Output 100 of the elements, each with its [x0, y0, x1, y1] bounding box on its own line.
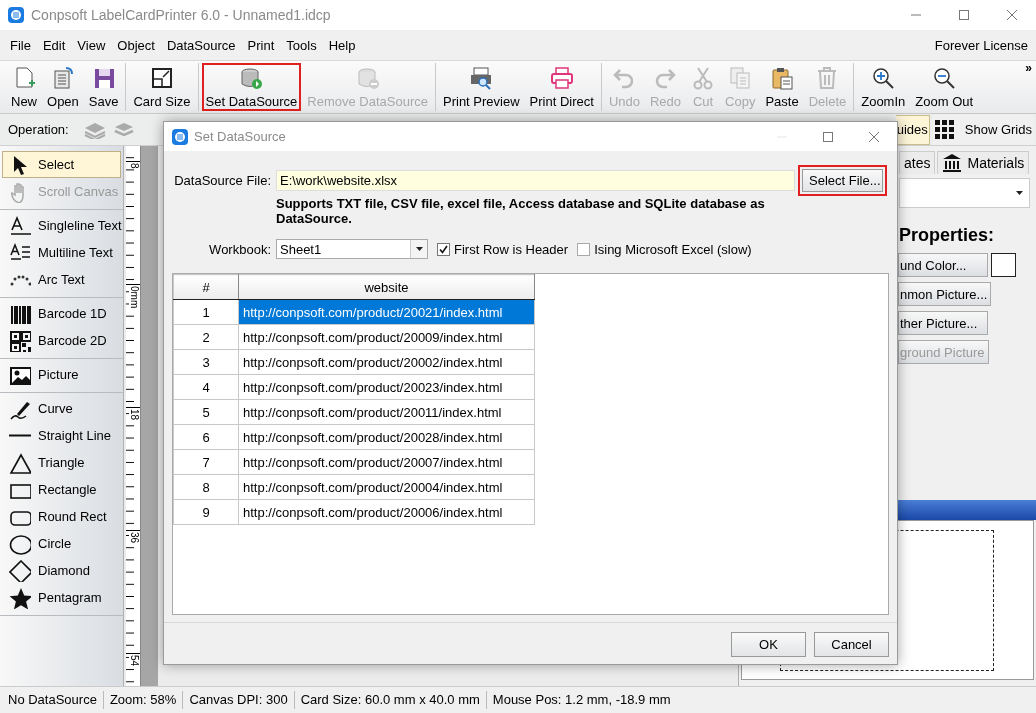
- table-cell: http://conpsoft.com/product/20009/index.html: [238, 324, 535, 350]
- properties-heading: Properties:: [899, 225, 996, 246]
- status-text: Zoom: 58%: [103, 691, 184, 709]
- guides-button[interactable]: uides: [895, 114, 930, 145]
- dialog-button[interactable]: OK: [731, 631, 806, 657]
- menu-item[interactable]: Tools: [280, 35, 323, 55]
- window-title: Conpsoft LabelCardPrinter 6.0 - Unnamed1.idcp: [31, 7, 332, 23]
- tool-item[interactable]: Barcode 2D: [2, 327, 121, 354]
- ruler-label: 8: [129, 163, 140, 169]
- menu-item[interactable]: View: [71, 35, 112, 55]
- tool-item[interactable]: Straight Line: [2, 422, 121, 449]
- table-cell: http://conpsoft.com/product/20021/index.html: [238, 299, 535, 325]
- tool-item[interactable]: Circle: [2, 530, 121, 557]
- card-size-icon: [150, 66, 174, 90]
- toolbar-button[interactable]: Print Preview: [439, 63, 524, 111]
- toolbar-button[interactable]: Card Size: [129, 63, 195, 111]
- column-header[interactable]: website: [238, 274, 535, 300]
- toolbar-button[interactable]: Set DataSource: [201, 63, 302, 111]
- tool-item[interactable]: Curve: [2, 395, 121, 422]
- tool-item[interactable]: Arc Text: [2, 266, 121, 293]
- app-icon: [8, 7, 24, 23]
- layers-icon: [112, 120, 135, 139]
- show-grids-button[interactable]: Show Grids: [932, 114, 1034, 145]
- status-text: No DataSource: [2, 691, 104, 709]
- menu-item[interactable]: Edit: [36, 35, 72, 55]
- table-cell: 8: [173, 474, 239, 500]
- table-cell: 6: [173, 424, 239, 450]
- field-label: Workbook:: [208, 241, 272, 257]
- tool-item[interactable]: Barcode 1D: [2, 300, 121, 327]
- printer-icon: [549, 66, 574, 90]
- zoom-out-icon: [932, 66, 957, 90]
- tool-item[interactable]: Singleline Text: [2, 212, 121, 239]
- redo-icon: [653, 66, 678, 90]
- table-cell: 5: [173, 399, 239, 425]
- toolbar-button[interactable]: Zoom Out: [911, 63, 978, 111]
- dropdown-field[interactable]: [899, 178, 1030, 208]
- tool-item[interactable]: Multiline Text: [2, 239, 121, 266]
- close-icon[interactable]: [868, 130, 880, 143]
- property-button[interactable]: nmon Picture...: [898, 282, 992, 306]
- column-header[interactable]: #: [173, 274, 239, 300]
- layers-icon: [82, 120, 107, 139]
- toolbar-button[interactable]: Print Direct: [525, 63, 598, 111]
- tool-item[interactable]: Rectangle: [2, 476, 121, 503]
- dropdown-arrow-icon: [1016, 191, 1023, 195]
- status-text: Mouse Pos: 1.2 mm, -18.9 mm: [491, 691, 672, 709]
- format-note: Supports TXT file, CSV file, excel file, Access database and SQLite database as DataSource.: [276, 196, 766, 226]
- toolbar-button[interactable]: Open: [43, 63, 83, 111]
- workbook-select[interactable]: Sheet1: [276, 239, 428, 259]
- status-text: Canvas DPI: 300: [183, 691, 295, 709]
- zoom-in-icon: [871, 66, 896, 90]
- property-button[interactable]: ther Picture...: [898, 311, 988, 335]
- file-path-field[interactable]: E:\work\website.xlsx: [276, 170, 795, 191]
- toolbar-button[interactable]: Paste: [761, 63, 803, 111]
- color-swatch[interactable]: [991, 253, 1016, 277]
- menu-item[interactable]: Object: [111, 35, 161, 55]
- maximize-icon[interactable]: [822, 130, 834, 143]
- table-cell: http://conpsoft.com/product/20002/index.html: [238, 349, 535, 375]
- toolbar-button[interactable]: ZoomIn: [857, 63, 910, 111]
- qr-code-icon: [9, 329, 31, 352]
- checkbox[interactable]: [577, 242, 591, 256]
- property-button[interactable]: und Color...: [898, 253, 988, 277]
- panel-tab[interactable]: ates: [899, 151, 936, 174]
- overflow-button[interactable]: »: [1025, 61, 1032, 75]
- database-add-icon: [239, 66, 264, 90]
- dropdown-arrow-icon: [415, 247, 423, 251]
- dialog-button[interactable]: Cancel: [814, 631, 889, 657]
- table-cell: 1: [173, 299, 239, 325]
- table-cell: http://conpsoft.com/product/20028/index.html: [238, 424, 535, 450]
- ruler-label: 18: [129, 409, 140, 421]
- menu-item[interactable]: DataSource: [160, 35, 242, 55]
- menu-item[interactable]: File: [4, 35, 37, 55]
- clipboard-icon: [770, 66, 794, 90]
- table-cell: 9: [173, 499, 239, 525]
- select-value: Sheet1: [280, 241, 322, 257]
- panel-tab[interactable]: Materials: [937, 151, 1030, 174]
- table-cell: http://conpsoft.com/product/20006/index.html: [238, 499, 535, 525]
- print-preview-icon: [469, 66, 494, 90]
- ruler-label: 36: [129, 532, 140, 544]
- close-icon[interactable]: [1006, 9, 1018, 21]
- menu-item[interactable]: Help: [322, 35, 362, 55]
- checkbox[interactable]: [437, 242, 450, 256]
- status-text: Card Size: 60.0 mm x 40.0 mm: [294, 691, 487, 709]
- tool-item[interactable]: Diamond: [2, 557, 121, 584]
- tool-item[interactable]: Round Rect: [2, 503, 121, 530]
- operation-label: Operation:: [8, 122, 69, 137]
- tool-item[interactable]: Select: [2, 151, 121, 178]
- toolbar-button[interactable]: New: [7, 63, 41, 111]
- checkbox-label: First Row is Header: [454, 241, 569, 257]
- table-cell: 3: [173, 349, 239, 375]
- maximize-icon[interactable]: [958, 9, 970, 21]
- toolbar-button[interactable]: Save: [84, 63, 123, 111]
- tool-item[interactable]: Pentagram: [2, 584, 121, 611]
- menu-item[interactable]: Print: [241, 35, 281, 55]
- copy-icon: [728, 66, 753, 90]
- tool-item[interactable]: Triangle: [2, 449, 121, 476]
- tool-item[interactable]: Picture: [2, 361, 121, 388]
- table-cell: http://conpsoft.com/product/20007/index.html: [238, 449, 535, 475]
- select-file-button[interactable]: Select File...: [802, 169, 883, 192]
- line-icon: [9, 434, 31, 437]
- table-cell: http://conpsoft.com/product/20011/index.html: [238, 399, 535, 425]
